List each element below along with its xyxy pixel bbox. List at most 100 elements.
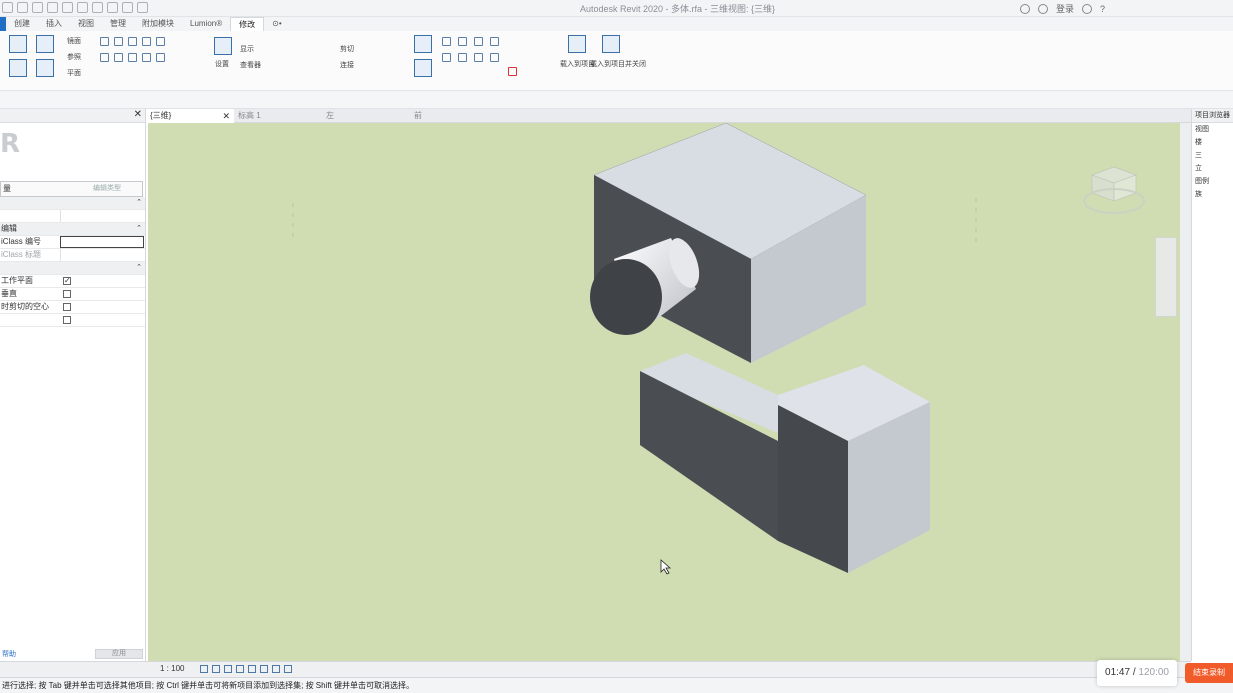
property-checkbox[interactable] — [63, 290, 71, 298]
mirror-button[interactable]: 镜面 — [67, 36, 81, 46]
help-button[interactable]: ? — [1100, 4, 1105, 14]
plane-button[interactable]: 平面 — [67, 68, 81, 78]
apply-button[interactable]: 应用 — [95, 649, 143, 659]
shadows-icon[interactable] — [236, 665, 244, 673]
property-label: iClass 标题 — [1, 250, 42, 259]
search-icon[interactable] — [1020, 3, 1030, 14]
detail-level-icon[interactable] — [200, 665, 208, 673]
crop-view-icon[interactable] — [248, 665, 256, 673]
properties-help-link[interactable]: 帮助 — [2, 649, 16, 659]
modify-icon[interactable] — [9, 35, 27, 53]
close-icon[interactable]: ✕ — [134, 109, 142, 120]
property-row[interactable]: ⌃ — [0, 197, 145, 210]
tab-insert[interactable]: 插入 — [38, 17, 70, 31]
collapse-icon[interactable]: ⌃ — [136, 197, 142, 209]
temporary-hide-icon[interactable] — [284, 665, 292, 673]
text-icon[interactable] — [92, 2, 103, 13]
tab-addins[interactable]: 附加模块 — [134, 17, 182, 31]
property-checkbox[interactable] — [63, 303, 71, 311]
load-into-project-close-icon[interactable] — [602, 35, 620, 53]
load-into-project-icon[interactable] — [568, 35, 586, 53]
end-recording-button[interactable]: 结束录制 — [1185, 663, 1233, 683]
partial-ellipse-icon[interactable] — [156, 53, 165, 62]
show-button[interactable]: 显示 — [240, 44, 254, 54]
pick-lines-icon[interactable] — [100, 53, 109, 62]
view-tab[interactable]: 左 — [322, 109, 410, 123]
rectangle-icon[interactable] — [114, 37, 123, 46]
offset-icon[interactable] — [442, 37, 451, 46]
browser-node[interactable]: 族 — [1192, 188, 1233, 201]
property-checkbox[interactable] — [63, 275, 71, 287]
join-button[interactable]: 连接 — [340, 60, 354, 70]
polygon-icon[interactable] — [128, 37, 137, 46]
scale-icon[interactable] — [490, 53, 499, 62]
circle-icon[interactable] — [142, 37, 151, 46]
tab-lumion[interactable]: Lumion® — [182, 17, 230, 31]
browser-node[interactable]: 立 — [1192, 162, 1233, 175]
show-crop-icon[interactable] — [260, 665, 268, 673]
navigation-bar[interactable] — [1155, 237, 1177, 317]
cart-icon[interactable] — [1082, 3, 1093, 14]
view-tab[interactable]: {三维} ✕ — [146, 109, 234, 123]
redo-icon[interactable] — [47, 2, 58, 13]
copy-icon[interactable] — [490, 37, 499, 46]
vertical-scrollbar[interactable] — [1180, 123, 1191, 661]
rotate-icon[interactable] — [442, 53, 451, 62]
collapse-icon[interactable]: ⌃ — [136, 223, 142, 235]
view-tab[interactable]: 标高 1 — [234, 109, 322, 123]
property-input[interactable] — [60, 236, 144, 248]
align-icon[interactable] — [414, 35, 432, 53]
browser-node[interactable]: 三 — [1192, 149, 1233, 162]
tab-view[interactable]: 视图 — [70, 17, 102, 31]
fillet-icon[interactable] — [114, 53, 123, 62]
browser-node[interactable]: 视图 — [1192, 123, 1233, 136]
ribbon-panel: 镜面 参照 平面 设置 显示 查看器 剪切 连接 载入到项目 载入到项目并关闭 — [0, 31, 1233, 91]
edit-type-button[interactable]: 编辑类型 — [93, 182, 121, 196]
save-icon[interactable] — [17, 2, 28, 13]
properties-icon[interactable] — [36, 35, 54, 53]
browser-node[interactable]: 图例 — [1192, 175, 1233, 188]
arc-icon[interactable] — [156, 37, 165, 46]
property-checkbox[interactable] — [63, 316, 71, 324]
spline-icon[interactable] — [128, 53, 137, 62]
trim-icon[interactable] — [458, 53, 467, 62]
3d-view-icon[interactable] — [107, 2, 118, 13]
close-tab-icon[interactable]: ✕ — [222, 109, 230, 123]
user-icon[interactable] — [1038, 3, 1048, 14]
collapse-icon[interactable]: ⌃ — [136, 262, 142, 274]
scale-selector[interactable]: 1 : 100 — [160, 664, 184, 673]
view-tab[interactable]: 前 — [410, 109, 498, 123]
property-row[interactable]: ⌃ — [0, 262, 145, 275]
switch-windows-icon[interactable] — [137, 2, 148, 13]
lock-view-icon[interactable] — [272, 665, 280, 673]
set-workplane-icon[interactable] — [214, 37, 232, 55]
measure-icon[interactable] — [77, 2, 88, 13]
browser-node[interactable]: 楼 — [1192, 136, 1233, 149]
family-types-icon[interactable] — [9, 59, 27, 77]
close-hidden-icon[interactable] — [122, 2, 133, 13]
delete-icon[interactable] — [508, 67, 517, 76]
3d-view-canvas[interactable] — [148, 123, 1180, 661]
sun-path-icon[interactable] — [224, 665, 232, 673]
mirror-axis-icon[interactable] — [458, 37, 467, 46]
type-selector[interactable]: 量 编辑类型 — [0, 181, 143, 197]
line-icon[interactable] — [100, 37, 109, 46]
viewer-button[interactable]: 查看器 — [240, 60, 261, 70]
sign-in-link[interactable]: 登录 — [1056, 2, 1074, 15]
tab-modify[interactable]: 修改 — [230, 17, 265, 31]
cut-button[interactable]: 剪切 — [340, 44, 354, 54]
move-icon[interactable] — [414, 59, 432, 77]
tab-context-toggle[interactable]: ⊙• — [264, 17, 290, 31]
property-row[interactable]: 编辑 ⌃ — [0, 223, 145, 236]
family-category-icon[interactable] — [36, 59, 54, 77]
array-icon[interactable] — [474, 53, 483, 62]
undo-icon[interactable] — [32, 2, 43, 13]
tab-create[interactable]: 创建 — [6, 17, 38, 31]
visual-style-icon[interactable] — [212, 665, 220, 673]
ellipse-icon[interactable] — [142, 53, 151, 62]
tab-manage[interactable]: 管理 — [102, 17, 134, 31]
print-icon[interactable] — [62, 2, 73, 13]
open-icon[interactable] — [2, 2, 13, 13]
split-icon[interactable] — [474, 37, 483, 46]
reference-button[interactable]: 参照 — [67, 52, 81, 62]
